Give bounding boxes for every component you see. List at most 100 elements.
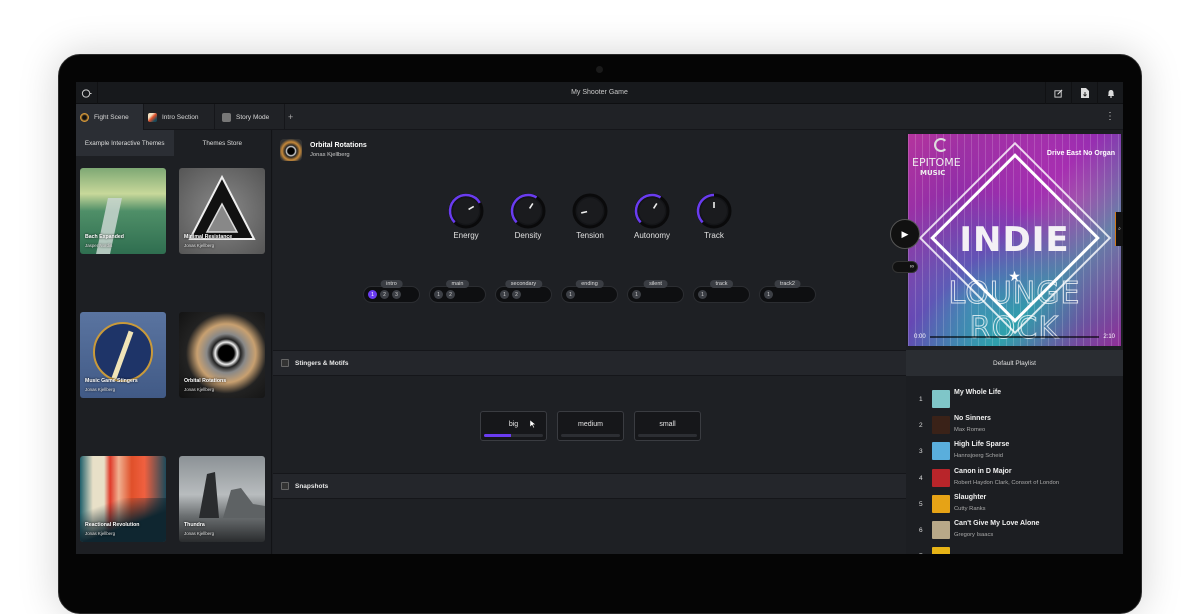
bell-icon[interactable] — [1097, 82, 1123, 104]
layer-variants: 1 — [627, 286, 684, 303]
epitome-logo-icon — [934, 138, 948, 152]
stinger-small-button[interactable]: small — [634, 411, 701, 441]
window-title: My Shooter Game — [571, 89, 628, 96]
track-number: 5 — [919, 500, 923, 508]
playlist-item[interactable]: 2 No Sinners Max Romeo — [906, 413, 1123, 439]
track-thumbnail — [932, 442, 950, 461]
cursor-icon — [530, 420, 536, 428]
track-thumbnail — [932, 547, 950, 554]
search-icon: ⌕ — [1118, 226, 1121, 232]
playlist-item[interactable]: 1 My Whole Life — [906, 387, 1123, 413]
theme-card[interactable]: Reactional Revolution Jonas Kjellberg — [80, 456, 166, 542]
download-file-icon[interactable] — [1071, 82, 1097, 104]
knob-density[interactable]: Density — [510, 192, 546, 240]
layer-track2: track2 1 — [759, 280, 816, 305]
playlist-item[interactable]: 5 Slaughter Cutty Ranks — [906, 492, 1123, 518]
variant-button[interactable]: 1 — [764, 290, 773, 299]
theme-card[interactable]: Thundra Jonas Kjellberg — [179, 456, 265, 542]
more-options-icon[interactable]: ⋮ — [1105, 104, 1115, 130]
playlist-item[interactable]: 3 High Life Sparse Hannsjoerg Scheid — [906, 439, 1123, 465]
snapshots-icon — [281, 482, 289, 490]
playlist-header[interactable]: Default Playlist — [906, 350, 1123, 376]
theme-controls: Orbital Rotations Jonas Kjellberg Energy… — [273, 130, 906, 554]
tab-story-mode[interactable]: Story Mode — [215, 104, 285, 130]
blank-theme-icon — [222, 112, 231, 122]
knobs-row: Energy Density Tension Autonomy Track — [448, 192, 732, 240]
track-title: Canon in D Major — [954, 467, 1012, 475]
layer-label: track — [709, 280, 734, 288]
variant-button[interactable]: 2 — [380, 290, 389, 299]
playlist: 1 My Whole Life 2 No Sinners Max Romeo 3 High … — [906, 387, 1123, 554]
search-tab-button[interactable]: ⌕ — [1115, 212, 1123, 246]
track-thumbnail — [932, 416, 950, 435]
variant-button[interactable]: 1 — [566, 290, 575, 299]
variant-button[interactable]: 2 — [446, 290, 455, 299]
variant-button[interactable]: 1 — [500, 290, 509, 299]
playlist-item[interactable]: 7 — [906, 544, 1123, 554]
layer-variants: 12 — [495, 286, 552, 303]
external-edit-icon[interactable] — [1045, 82, 1071, 104]
track-number: 1 — [919, 396, 923, 403]
layer-label: secondary — [504, 280, 543, 288]
layer-variants: 123 — [363, 286, 420, 303]
play-icon: ▶ — [901, 228, 909, 239]
add-tab-button[interactable]: + — [288, 104, 293, 130]
stinger-medium-button[interactable]: medium — [557, 411, 624, 441]
tab-intro-section[interactable]: Intro Section — [144, 104, 215, 130]
track-title: No Sinners — [954, 415, 991, 423]
layer-variants: 1 — [561, 286, 618, 303]
track-artist: Cutty Ranks — [954, 505, 986, 512]
theme-card[interactable]: Minimal Resistance Jonas Kjellberg — [179, 168, 265, 254]
tab-label: Intro Section — [162, 113, 199, 121]
scene-tabs: Fight Scene Intro Section Story Mode + ⋮ — [76, 104, 1123, 130]
knob-tension[interactable]: Tension — [572, 192, 608, 240]
seek-bar[interactable] — [930, 336, 1099, 338]
layer-silent: silent 1 — [627, 280, 684, 305]
playlist-item[interactable]: 6 Can't Give My Love Alone Gregory Isaacs — [906, 518, 1123, 544]
snapshots-section-header[interactable]: Snapshots — [273, 473, 906, 499]
loop-icon: ∞ — [909, 264, 914, 270]
variant-button[interactable]: 2 — [512, 290, 521, 299]
tab-label: Story Mode — [236, 113, 270, 121]
track-thumbnail — [932, 520, 950, 539]
track-thumbnail — [932, 468, 950, 487]
stingers-section-header[interactable]: Stingers & Motifs — [273, 350, 906, 376]
layer-label: track2 — [774, 280, 801, 288]
track-number: 4 — [919, 474, 923, 482]
variant-button[interactable]: 1 — [434, 290, 443, 299]
tab-label: Fight Scene — [94, 113, 129, 121]
time-current: 0:00 — [914, 334, 926, 340]
theme-card[interactable]: Orbital Rotations Jonas Kjellberg — [179, 312, 265, 398]
track-artist: Hannsjoerg Scheid — [954, 453, 1003, 460]
stinger-progress — [561, 434, 620, 437]
playlist-item[interactable]: 4 Canon in D Major Robert Haydon Clark, Co… — [906, 466, 1123, 492]
variant-button[interactable]: 3 — [392, 290, 401, 299]
theme-card[interactable]: Bach Expanded Jasper Nordin — [80, 168, 166, 254]
layers-row: intro 1 2 3 main 1 2 secondary 1 2 ending 1 silent 1 t… — [363, 280, 816, 305]
layer-track: track 1 — [693, 280, 750, 305]
tab-fight-scene[interactable]: Fight Scene — [76, 104, 144, 130]
variant-button[interactable]: 1 — [632, 290, 641, 299]
layer-secondary: secondary 1 2 — [495, 280, 552, 305]
track-number: 2 — [919, 422, 923, 430]
app-window: My Shooter Game Fight Scene Intro Sectio… — [76, 82, 1123, 554]
stinger-big-button[interactable]: big — [480, 411, 547, 441]
knob-autonomy[interactable]: Autonomy — [634, 192, 670, 240]
layer-intro: intro 1 2 3 — [363, 280, 420, 305]
tab-example-themes[interactable]: Example Interactive Themes — [76, 130, 174, 156]
play-button[interactable]: ▶ — [890, 219, 920, 249]
loop-toggle[interactable]: ∞ — [892, 261, 918, 273]
layer-variants: 1 — [759, 286, 816, 303]
stingers-icon — [281, 359, 289, 367]
track-title: High Life Sparse — [954, 441, 1010, 449]
knob-track[interactable]: Track — [696, 192, 732, 240]
variant-button[interactable]: 1 — [698, 290, 707, 299]
track-title: Drive East No Organ — [1046, 150, 1115, 157]
tab-themes-store[interactable]: Themes Store — [173, 130, 271, 156]
theme-artist: Jonas Kjellberg — [310, 152, 350, 158]
track-number: 6 — [919, 526, 923, 534]
theme-card[interactable]: Music Game Stingers Jonas Kjellberg — [80, 312, 166, 398]
knob-energy[interactable]: Energy — [448, 192, 484, 240]
variant-button[interactable]: 1 — [368, 290, 377, 299]
track-title: Can't Give My Love Alone — [954, 519, 1040, 527]
